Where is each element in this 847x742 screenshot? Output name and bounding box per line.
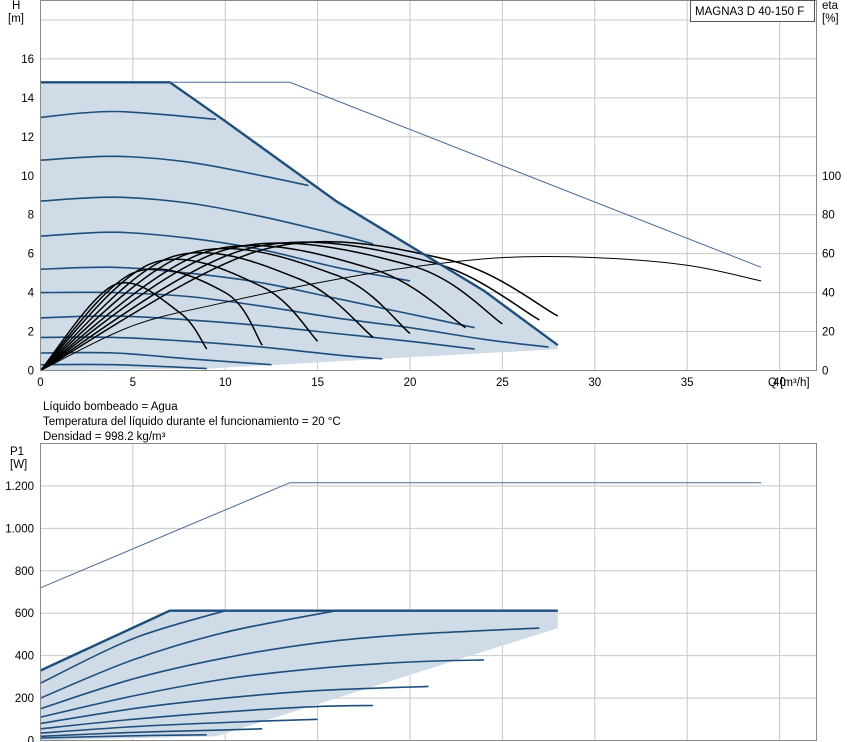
max-power-line: [40, 482, 762, 589]
y-left-tick-label: 4: [28, 288, 35, 300]
operating-region: [40, 82, 558, 371]
bottom-y-tick-label: 200: [15, 693, 34, 705]
y-left-tick-label: 10: [21, 171, 34, 183]
bottom-y-tick-label: 800: [15, 566, 34, 578]
bottom-y-tick-label: 600: [15, 608, 34, 620]
bottom-y-tick-label: 0: [28, 736, 34, 742]
note-density: Densidad = 998.2 kg/m³: [43, 431, 166, 443]
bottom-y-tick-label: 400: [15, 651, 34, 663]
bottom-y-tick-label: 1.000: [5, 523, 34, 535]
y-right-tick-label: 0: [822, 366, 828, 378]
x-tick-label: 5: [130, 377, 136, 389]
x-tick-label: 10: [219, 377, 232, 389]
operating-region-fill: [40, 82, 558, 371]
x-tick-label: 35: [681, 377, 694, 389]
right-y-axis-label-line2: [%]: [822, 13, 839, 25]
y-left-tick-label: 6: [28, 249, 34, 261]
y-right-tick-label: 60: [822, 249, 835, 261]
bottom-tick-labels: 0 200 400 600 800 1.000 1.200: [5, 481, 34, 742]
x-tick-label: 0: [37, 377, 43, 389]
x-tick-label: 20: [404, 377, 417, 389]
top-y-axis-label-line2: [m]: [8, 13, 24, 25]
bottom-y-axis-label-line1: P1: [10, 446, 24, 458]
bottom-y-axis-label-line2: [W]: [10, 459, 27, 471]
head-efficiency-chart: 0 5 10 15 20 25 30 35 40024681012141602040608010…: [8, 0, 841, 389]
right-y-axis-label-line1: eta: [822, 0, 839, 12]
y-right-tick-label: 40: [822, 288, 835, 300]
top-y-axis-label-line1: H: [12, 0, 20, 12]
y-right-tick-label: 80: [822, 210, 835, 222]
y-left-tick-label: 0: [28, 366, 34, 378]
x-tick-label: 25: [496, 377, 509, 389]
power-chart: 0 200 400 600 800 1.000 1.200 P1 [W]: [5, 443, 817, 742]
x-axis-label: Q [m³/h]: [768, 377, 810, 389]
y-left-tick-label: 8: [28, 210, 34, 222]
y-left-tick-label: 12: [21, 132, 34, 144]
y-left-tick-label: 2: [28, 327, 34, 339]
legend-box-text: MAGNA3 D 40-150 F: [695, 6, 804, 18]
note-liquid: Líquido bombeado = Agua: [43, 401, 178, 413]
x-tick-label: 30: [588, 377, 601, 389]
pump-performance-charts: 0 5 10 15 20 25 30 35 400 2 4 6 8 10 12 14 16 0 20 40 60 80 10…: [5, 0, 841, 742]
bottom-y-tick-label: 1.200: [5, 481, 34, 493]
x-tick-label: 15: [311, 377, 324, 389]
y-left-tick-label: 16: [21, 54, 34, 66]
note-temperature: Temperatura del líquido durante el funci…: [43, 416, 341, 428]
y-left-tick-label: 14: [21, 93, 34, 105]
y-right-tick-label: 20: [822, 327, 835, 339]
y-right-tick-label: 100: [822, 171, 841, 183]
